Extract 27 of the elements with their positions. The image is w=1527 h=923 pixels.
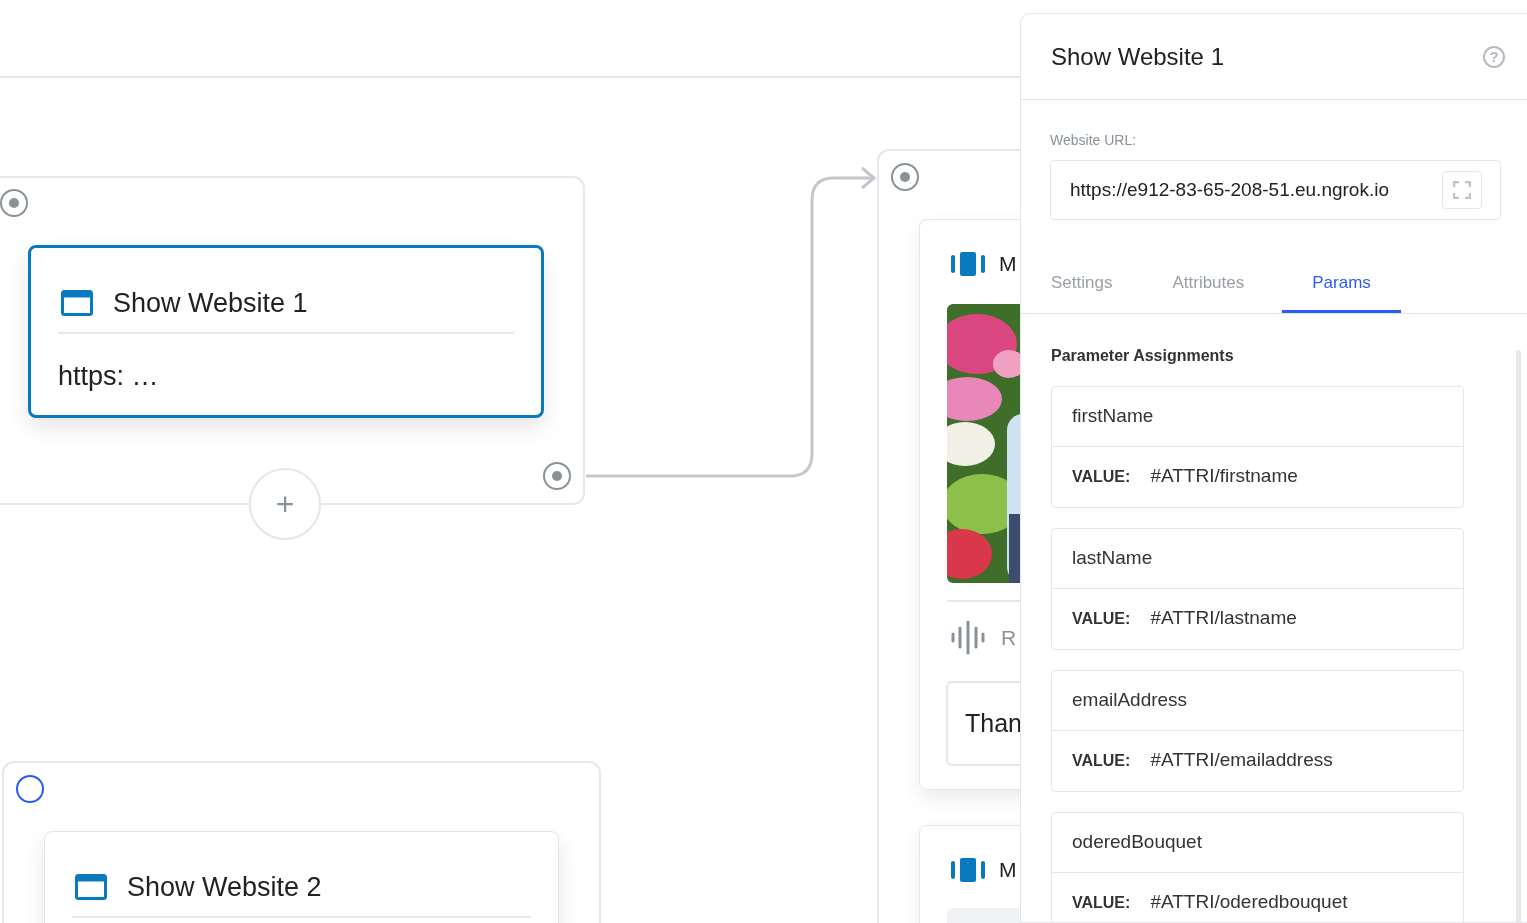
parameter-value: #ATTRI/firstname	[1150, 464, 1298, 489]
message-box: Than	[946, 681, 1020, 766]
step-title: M	[999, 857, 1017, 883]
parameter-value: #ATTRI/emailaddress	[1150, 748, 1333, 773]
value-label: VALUE:	[1072, 892, 1131, 913]
parameter-name: emailAddress	[1052, 670, 1463, 731]
panel-title: Show Website 1	[1051, 41, 1224, 72]
step-title: M	[999, 251, 1017, 277]
node-url-preview: https: …	[57, 360, 160, 393]
parameter-value: #ATTRI/lastname	[1150, 606, 1297, 631]
url-input-field[interactable]: https://e912-83-65-208-51.eu.ngrok.io	[1050, 160, 1501, 220]
website-node[interactable]: Show Website 1 https: …	[28, 245, 544, 418]
website-node[interactable]: Show Website 2	[44, 831, 559, 923]
node-title: Show Website 2	[127, 870, 322, 904]
parameter-name: oderedBouquet	[1052, 812, 1463, 873]
add-step-button[interactable]: +	[249, 468, 321, 540]
parameter-name: firstName	[1052, 386, 1463, 447]
value-label: VALUE:	[1072, 466, 1131, 487]
field-label: Website URL:	[1050, 131, 1138, 150]
value-label: VALUE:	[1072, 608, 1131, 629]
parameter-value: #ATTRI/oderedbouquet	[1150, 890, 1348, 915]
step-title: R	[1001, 624, 1017, 651]
value-label: VALUE:	[1072, 750, 1131, 771]
tab[interactable]: Params	[1282, 262, 1401, 313]
node-title: Show Website 1	[113, 286, 308, 320]
section-heading: Parameter Assignments	[1051, 345, 1235, 366]
parameter-name: lastName	[1052, 528, 1463, 589]
